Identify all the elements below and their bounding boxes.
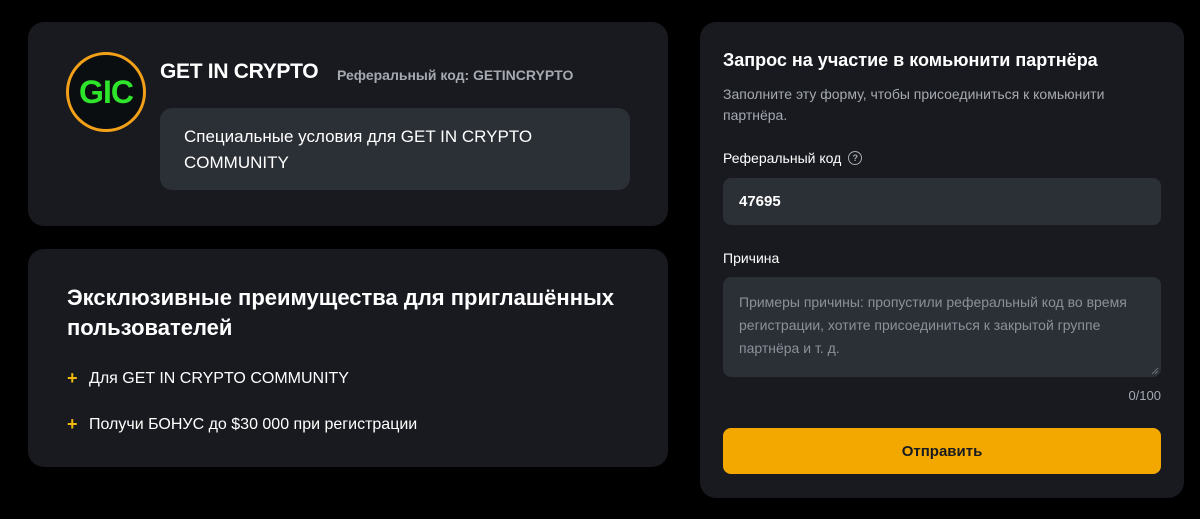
resize-handle-icon[interactable] <box>1151 367 1159 375</box>
benefit-item: + Для GET IN CRYPTO COMMUNITY <box>67 368 349 389</box>
referral-code-label: Реферальный код ? <box>723 150 863 166</box>
reason-textarea[interactable] <box>723 277 1161 377</box>
character-counter: 0/100 <box>1128 388 1161 403</box>
benefit-item: + Получи БОНУС до $30 000 при регистраци… <box>67 414 417 435</box>
plus-icon: + <box>67 368 78 388</box>
referral-code-label-text: Реферальный код <box>723 150 842 166</box>
benefit-text: Получи БОНУС до $30 000 при регистрации <box>89 415 418 433</box>
help-icon[interactable]: ? <box>848 151 863 165</box>
form-subtitle: Заполните эту форму, чтобы присоединитьс… <box>723 86 1105 123</box>
partner-name: GET IN CRYPTO <box>160 60 319 83</box>
benefits-card: Эксклюзивные преимущества для приглашённ… <box>28 249 668 467</box>
benefit-text: Для GET IN CRYPTO COMMUNITY <box>89 369 349 387</box>
referral-code-input[interactable] <box>723 178 1161 225</box>
form-title: Запрос на участие в комьюнити партнёра <box>723 50 1098 70</box>
special-conditions-box: Специальные условия для GET IN CRYPTO CO… <box>160 108 630 190</box>
join-request-form: Запрос на участие в комьюнити партнёра З… <box>700 22 1184 498</box>
partner-referral-code: Реферальный код: GETINCRYPTO <box>337 67 574 83</box>
partner-card: GIC GET IN CRYPTO Реферальный код: GETIN… <box>28 22 668 226</box>
plus-icon: + <box>67 414 78 434</box>
benefits-title: Эксклюзивные преимущества для приглашённ… <box>67 285 615 340</box>
partner-logo: GIC <box>66 52 146 132</box>
submit-button[interactable]: Отправить <box>723 428 1161 474</box>
reason-label: Причина <box>723 250 780 266</box>
partner-logo-text: GIC <box>79 73 134 110</box>
